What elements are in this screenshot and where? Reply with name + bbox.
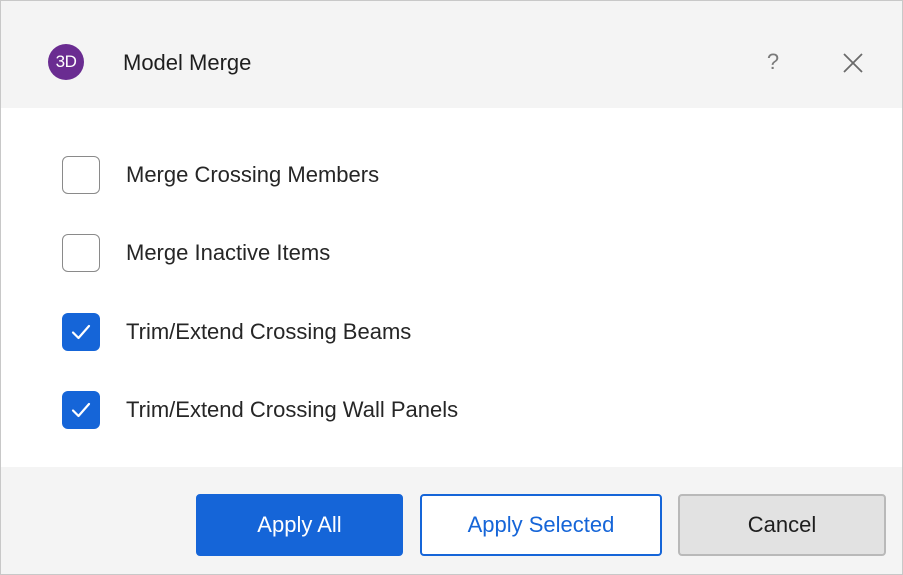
- apply-all-button[interactable]: Apply All: [196, 494, 403, 556]
- model-merge-dialog: 3D Model Merge ? Merge Crossing Members …: [0, 0, 903, 575]
- cancel-button[interactable]: Cancel: [678, 494, 886, 556]
- merge-crossing-members-checkbox[interactable]: [62, 156, 100, 194]
- trim-extend-crossing-wall-panels-checkbox[interactable]: [62, 391, 100, 429]
- checkmark-icon: [71, 402, 91, 418]
- merge-inactive-items-checkbox[interactable]: [62, 234, 100, 272]
- dialog-title: Model Merge: [123, 50, 252, 75]
- trim-extend-crossing-beams-checkbox[interactable]: [62, 313, 100, 351]
- close-icon: [843, 53, 863, 73]
- option-label: Trim/Extend Crossing Beams: [126, 319, 412, 344]
- apply-selected-button[interactable]: Apply Selected: [420, 494, 662, 556]
- help-button[interactable]: ?: [757, 45, 789, 79]
- close-button[interactable]: [835, 45, 871, 81]
- option-trim-extend-crossing-beams[interactable]: Trim/Extend Crossing Beams: [62, 311, 662, 355]
- option-label: Merge Inactive Items: [126, 240, 331, 265]
- option-merge-inactive-items[interactable]: Merge Inactive Items: [62, 232, 662, 276]
- option-merge-crossing-members[interactable]: Merge Crossing Members: [62, 154, 662, 198]
- option-label: Trim/Extend Crossing Wall Panels: [126, 397, 459, 422]
- app-3d-icon: 3D: [48, 44, 84, 80]
- option-label: Merge Crossing Members: [126, 162, 380, 187]
- title-bar: 3D Model Merge ?: [1, 1, 902, 108]
- checkmark-icon: [71, 324, 91, 340]
- option-trim-extend-crossing-wall-panels[interactable]: Trim/Extend Crossing Wall Panels: [62, 389, 662, 433]
